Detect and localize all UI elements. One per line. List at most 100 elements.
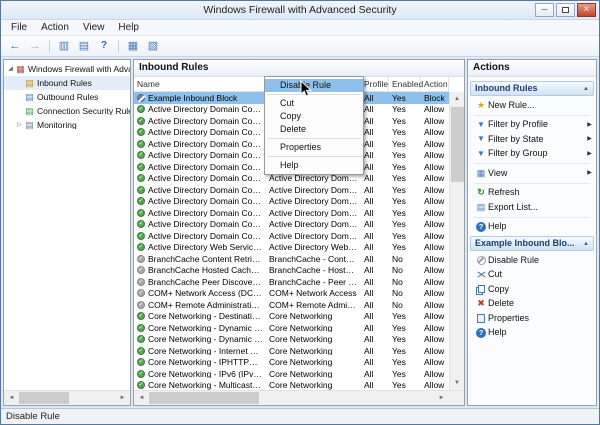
rule-name: Active Directory Domain Controller - Net… [148,162,263,171]
scroll-left-arrow[interactable]: ◄ [4,395,19,401]
tree-item-root[interactable]: ◢▦Windows Firewall with Advanced Securit… [4,62,130,76]
rule-name-cell: ✓COM+ Network Access (DCOM-In) [134,289,266,298]
context-menu-item-copy[interactable]: Copy [265,110,363,123]
rule-row[interactable]: ✓ Core Networking - IPv6 (IPv6-In) Core Ne… [134,368,449,380]
context-menu-item-disable-rule[interactable]: Disable Rule [265,79,363,92]
rules-pane: Inbound Rules NameGroup▲ProfileEnabledAc… [133,59,465,406]
rule-row[interactable]: ✓COM+ Remote Administration (DCOM-In)COM… [134,299,449,311]
action-group-header-inbound-rules[interactable]: Inbound Rules ▲ [470,81,594,96]
rule-name-cell: ✓Active Directory Domain Controller (RPC… [134,220,266,229]
allow-rule-icon: ✓ [137,220,145,229]
column-header-action[interactable]: Action [421,77,449,91]
close-button[interactable]: × [577,3,596,17]
show-console-tree-icon[interactable]: ▥ [55,38,73,55]
export-list-icon[interactable]: ▤ [75,38,93,55]
vertical-scrollbar[interactable]: ▲ ▼ [449,92,464,390]
column-label: Enabled [392,78,424,89]
menu-view[interactable]: View [76,20,112,35]
rule-row[interactable]: ✓Core Networking - Internet Group Manage… [134,345,449,357]
column-header-name[interactable]: Name [134,77,266,91]
forward-icon[interactable]: → [26,38,44,55]
rule-row[interactable]: ✓Core Networking - Destination Unreachab… [134,311,449,323]
rule-row[interactable]: ✓BranchCache Peer Discovery (WSD-In)Bran… [134,276,449,288]
show-action-pane-icon[interactable]: ▦ [124,38,142,55]
rule-name-cell: ✓BranchCache Hosted Cache Server (HTTP-I… [134,266,266,275]
action-group-header-example-inbound-blo[interactable]: Example Inbound Blo... ▲ [470,236,594,251]
firewall-icon: ▦ [16,63,25,74]
rule-row[interactable]: ✓Active Directory Domain Controller (RPC… [134,219,449,231]
context-menu-item-cut[interactable]: Cut [265,97,363,110]
action-export-list[interactable]: ▤ Export List... [470,200,594,215]
context-menu-item-properties[interactable]: Properties [265,141,363,154]
action-copy[interactable]: Copy [470,282,594,297]
rule-row[interactable]: ✓Active Directory Domain Controller - Se… [134,196,449,208]
column-header-profile[interactable]: Profile [361,77,389,91]
rule-name-cell: ✓BranchCache Peer Discovery (WSD-In) [134,278,266,287]
menu-help[interactable]: Help [111,20,146,35]
rule-group-cell: Active Directory Domain Services [269,174,361,183]
copy-pages-shape [477,285,485,294]
rule-name-cell: ✓Core Networking - Dynamic Host Configur… [134,324,266,333]
restore-button[interactable] [556,3,575,17]
rule-row[interactable]: ✓Active Directory Domain Controller - W3… [134,207,449,219]
scroll-thumb[interactable] [19,392,69,404]
rule-row[interactable]: ✓Active Directory Domain Controller (RPC… [134,230,449,242]
list-horizontal-scrollbar[interactable]: ◄ ► [134,390,464,405]
menu-file[interactable]: File [4,20,34,35]
action-filter-by-state[interactable]: ▼ Filter by State ▶ [470,132,594,147]
tree-expander-icon[interactable]: ◢ [6,66,15,72]
menu-action[interactable]: Action [34,20,76,35]
rule-row[interactable]: ✓Core Networking - Multicast Listener Do… [134,380,449,391]
rule-name-cell: ✓COM+ Remote Administration (DCOM-In) [134,301,266,310]
rule-group-cell: Core Networking [269,323,333,332]
scroll-right-arrow[interactable]: ► [115,395,130,401]
rule-row[interactable]: ✓Core Networking - IPHTTPS (TCP-In)Core … [134,357,449,369]
rule-row[interactable]: ✓Core Networking - Dynamic Host Configur… [134,322,449,334]
tree-item-inbound-rules[interactable]: ▤ Inbound Rules [4,76,130,90]
scroll-left-arrow[interactable]: ◄ [134,395,149,401]
tree-item-monitoring[interactable]: ▷ ▤ Monitoring [4,118,130,132]
action-refresh[interactable]: ↻ Refresh [470,186,594,201]
rule-row[interactable]: ✓Active Directory Web Services (TCP-In)A… [134,242,449,254]
tree-horizontal-scrollbar[interactable]: ◄ ► [4,390,130,405]
action-properties[interactable]: Properties [470,311,594,326]
action-delete[interactable]: ✖ Delete [470,297,594,312]
tree-expander-icon[interactable]: ▷ [15,122,24,128]
action-filter-by-profile[interactable]: ▼ Filter by Profile ▶ [470,118,594,133]
rule-profile-cell: All [364,174,374,183]
scroll-track[interactable] [19,391,115,405]
context-menu-item-delete[interactable]: Delete [265,123,363,136]
scroll-right-arrow[interactable]: ► [434,395,449,401]
tree-item-outbound-rules[interactable]: ▤ Outbound Rules [4,90,130,104]
tree-item-connection-security-rules[interactable]: ▤ Connection Security Rules [4,104,130,118]
rule-row[interactable]: ✓COM+ Network Access (DCOM-In)COM+ Netwo… [134,288,449,300]
action-help[interactable]: ? Help [470,220,594,235]
rule-name-cell: ✓Core Networking - Dynamic Host Configur… [134,335,266,344]
action-view[interactable]: ▦ View ▶ [470,166,594,181]
rule-row[interactable]: ✓Active Directory Domain Controller - SA… [134,184,449,196]
scroll-up-arrow[interactable]: ▲ [454,92,460,106]
action-label: Export List... [488,202,539,212]
action-help[interactable]: ? Help [470,326,594,341]
column-header-enabled[interactable]: Enabled [389,77,424,91]
rule-name: Active Directory Domain Controller - W32… [148,208,263,217]
action-new-rule[interactable]: ★ New Rule... [470,98,594,113]
title-bar[interactable]: Windows Firewall with Advanced Security … [1,1,599,20]
action-disable-rule[interactable]: Disable Rule [470,253,594,268]
action-filter-by-group[interactable]: ▼ Filter by Group ▶ [470,147,594,162]
minimize-button[interactable]: ─ [535,3,554,17]
standard-toolbar-icon[interactable]: ▧ [144,38,162,55]
context-menu-item-help[interactable]: Help [265,159,363,172]
scroll-thumb[interactable] [451,107,464,182]
scroll-down-arrow[interactable]: ▼ [454,376,460,390]
rule-enabled-cell: Yes [392,335,406,344]
rule-row[interactable]: ✓BranchCache Hosted Cache Server (HTTP-I… [134,265,449,277]
scroll-track[interactable] [149,391,434,405]
back-icon[interactable]: ← [6,38,24,55]
help-icon[interactable]: ? [95,38,113,55]
action-cut[interactable]: Cut [470,268,594,283]
rule-row[interactable]: ✓Core Networking - Dynamic Host Configur… [134,334,449,346]
scroll-thumb[interactable] [149,392,259,404]
context-menu: Disable Rule Cut Copy Delete Properties Help [264,76,364,175]
rule-row[interactable]: ✓BranchCache Content Retrieval (HTTP-In)… [134,253,449,265]
